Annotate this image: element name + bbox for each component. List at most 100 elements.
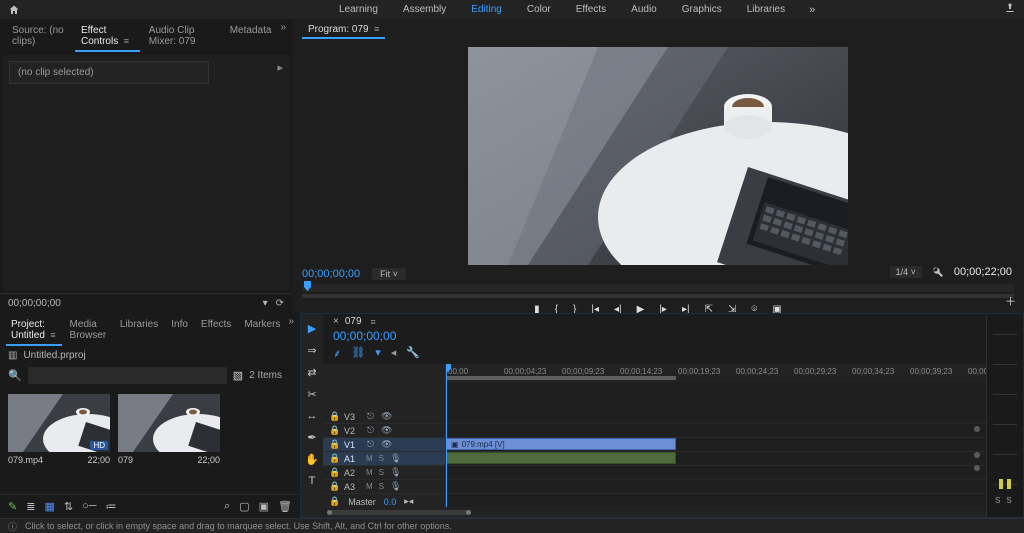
workspace-overflow-icon[interactable]: » [807,2,817,18]
selection-tool-icon[interactable]: ▶ [308,322,316,335]
lane-v1[interactable]: ▣079.mp4 [V] [446,438,986,452]
track-select-tool-icon[interactable]: ⇒ [307,344,316,357]
project-item[interactable]: 07922;00 [118,394,220,465]
tab-project-menu-icon[interactable]: ≡ [48,330,56,340]
track-v2[interactable]: 🔒V2⎋👁 [323,424,445,438]
tab-program[interactable]: Program: 079 ≡ [302,22,385,39]
lock-icon[interactable]: 🔒 [329,453,338,464]
snap-icon[interactable]: ⸙ [333,346,341,361]
pen-tool-icon[interactable]: ✒ [307,431,316,444]
linked-selection-icon[interactable]: ⛓ [351,346,365,361]
home-icon[interactable] [8,4,20,16]
tab-info[interactable]: Info [166,316,193,346]
lock-icon[interactable]: 🔒 [329,467,338,478]
tab-markers[interactable]: Markers [239,316,285,346]
track-output-toggle[interactable] [974,426,980,432]
new-item-icon[interactable]: ▣ [259,500,269,513]
sort-icon[interactable]: ⇅ [64,500,73,513]
settings-icon[interactable]: ⟳ [276,298,284,309]
timeline-wrench-icon[interactable]: 🔧 [406,346,420,361]
lane-v2[interactable] [446,424,986,438]
track-v3[interactable]: 🔒V3⎋👁 [323,410,445,424]
track-v1[interactable]: 🔒V1⎋👁 [323,438,445,452]
workspace-libraries[interactable]: Libraries [738,2,794,18]
timeline-playhead-icon[interactable] [446,364,447,507]
lane-a2[interactable] [446,466,986,480]
search-icon[interactable]: 🔍 [8,369,22,382]
lane-v3[interactable] [446,410,986,424]
program-playhead-icon[interactable] [304,281,311,291]
panel-overflow-icon[interactable]: » [280,22,286,52]
sequence-tab[interactable]: × 079 ≡ [323,314,986,329]
track-a2[interactable]: 🔒A2MS🎙 [323,466,445,480]
zoom-slider[interactable]: ○─ [82,500,96,513]
audio-clip[interactable] [446,452,676,464]
lock-icon[interactable]: 🔒 [329,425,338,436]
program-ruler[interactable] [302,284,1014,292]
eye-icon[interactable]: 👁 [381,425,390,436]
track-output-toggle[interactable] [974,465,980,471]
sequence-menu-icon[interactable]: ≡ [371,317,376,327]
tab-source[interactable]: Source: (no clips) [6,22,72,52]
markers-icon[interactable]: ▾ [375,346,381,361]
automate-icon[interactable]: ≔ [106,500,117,513]
eye-icon[interactable]: 👁 [381,411,390,422]
mic-icon[interactable]: 🎙 [390,453,399,464]
tab-libraries[interactable]: Libraries [115,316,163,346]
mic-icon[interactable]: 🎙 [390,467,399,478]
list-view-icon[interactable]: ≣ [26,500,35,513]
lane-a3[interactable] [446,480,986,494]
project-overflow-icon[interactable]: » [288,316,294,346]
hand-tool-icon[interactable]: ✋ [305,453,319,466]
video-clip[interactable]: ▣079.mp4 [V] [446,438,676,450]
freeform-view-icon[interactable]: ✎ [8,500,17,513]
razor-tool-icon[interactable]: ✂ [307,388,316,401]
ripple-tool-icon[interactable]: ⇄ [307,366,316,379]
type-tool-icon[interactable]: T [309,475,316,487]
track-a1[interactable]: 🔒A1MS🎙 [323,452,445,466]
lock-icon[interactable]: 🔒 [329,439,338,450]
tab-metadata[interactable]: Metadata [224,22,278,52]
tab-effect-controls[interactable]: Effect Controls ≡ [75,22,140,52]
sync-lock-icon[interactable]: ⎋ [366,425,375,436]
workspace-editing[interactable]: Editing [462,2,511,18]
workspace-graphics[interactable]: Graphics [673,2,731,18]
lock-icon[interactable]: 🔒 [329,481,338,492]
workspace-audio[interactable]: Audio [622,2,666,18]
lock-icon[interactable]: 🔒 [329,411,338,422]
solo-right[interactable]: S [1006,496,1011,505]
tab-menu-icon[interactable]: ≡ [121,36,129,46]
tab-program-menu-icon[interactable]: ≡ [372,24,380,34]
lane-a1[interactable] [446,452,986,466]
expand-icon[interactable]: ▸◂ [404,496,413,507]
timeline-timecode[interactable]: 00;00;00;00 [323,329,986,343]
program-monitor[interactable] [292,42,1024,265]
new-bin-icon[interactable]: ▧ [233,369,243,382]
workspace-effects[interactable]: Effects [567,2,615,18]
workspace-color[interactable]: Color [518,2,560,18]
button-editor-plus-icon[interactable]: ＋ [1005,293,1016,309]
track-output-toggle[interactable] [974,452,980,458]
search-input[interactable] [28,367,227,384]
new-bin-footer-icon[interactable]: ▢ [239,500,249,513]
playhead-toggle-icon[interactable]: ▸ [277,61,283,74]
lock-icon[interactable]: 🔒 [329,496,340,507]
find-icon[interactable]: ⌕ [224,500,230,513]
mic-icon[interactable]: 🎙 [390,481,399,492]
resolution-selector[interactable]: 1/4 ˅ [890,266,922,278]
tracks-area[interactable]: 00;00 00;00;04;23 00;00;09;23 00;00;14;2… [446,364,986,507]
project-item[interactable]: HD 079.mp422;00 [8,394,110,465]
tab-media-browser[interactable]: Media Browser [65,316,112,346]
workspace-assembly[interactable]: Assembly [394,2,455,18]
timeline-ruler[interactable]: 00;00 00;00;04;23 00;00;09;23 00;00;14;2… [446,364,986,382]
sync-lock-icon[interactable]: ⎋ [366,411,375,422]
wrench-icon[interactable] [932,266,944,278]
sync-lock-icon[interactable]: ⎋ [366,439,375,450]
close-sequence-icon[interactable]: × [333,316,339,327]
program-scrubber[interactable] [302,294,1014,298]
share-icon[interactable] [1004,2,1016,14]
icon-view-icon[interactable]: ▦ [44,500,54,513]
tab-audio-clip-mixer[interactable]: Audio Clip Mixer: 079 [143,22,221,52]
tab-project[interactable]: Project: Untitled ≡ [6,316,62,346]
tab-effects[interactable]: Effects [196,316,236,346]
